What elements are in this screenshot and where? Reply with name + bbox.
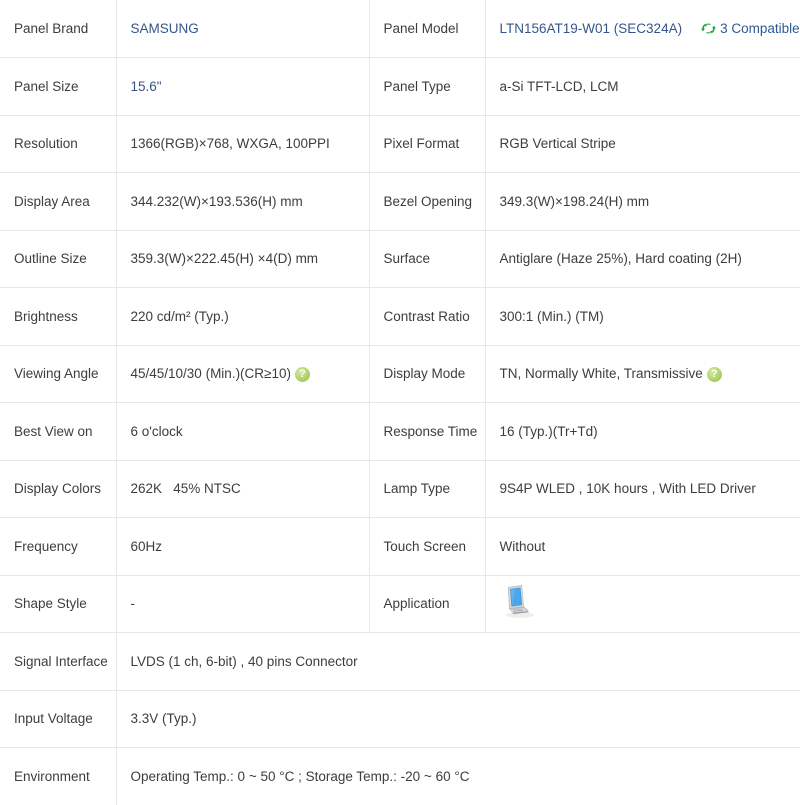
row-value-display-area: 344.232(W)×193.536(H) mm xyxy=(116,173,369,231)
panel-model-link[interactable]: LTN156AT19-W01 (SEC324A) xyxy=(500,20,683,37)
row-label-outline-size: Outline Size xyxy=(0,230,116,288)
row-value-application xyxy=(485,575,800,633)
row-value-environment: Operating Temp.: 0 ~ 50 °C ; Storage Tem… xyxy=(116,748,800,805)
row-value-display-colors: 262K 45% NTSC xyxy=(116,460,369,518)
row-label-panel-size: Panel Size xyxy=(0,58,116,116)
row-value-viewing-angle: 45/45/10/30 (Min.)(CR≥10)? xyxy=(116,345,369,403)
row-value-touch-screen: Without xyxy=(485,518,800,576)
table-row: Panel Size 15.6" Panel Type a-Si TFT-LCD… xyxy=(0,58,800,116)
row-value-panel-brand: SAMSUNG xyxy=(116,0,369,58)
row-value-frequency: 60Hz xyxy=(116,518,369,576)
help-icon[interactable]: ? xyxy=(707,367,722,382)
row-label-panel-type: Panel Type xyxy=(369,58,485,116)
row-label-pixel-format: Pixel Format xyxy=(369,115,485,173)
row-value-signal-interface: LVDS (1 ch, 6-bit) , 40 pins Connector xyxy=(116,633,800,691)
row-label-input-voltage: Input Voltage xyxy=(0,690,116,748)
panel-specification-table: Panel Brand SAMSUNG Panel Model LTN156AT… xyxy=(0,0,800,805)
row-label-environment: Environment xyxy=(0,748,116,805)
compatible-models-link[interactable]: 3 Compatible xyxy=(701,20,800,37)
spec-table-body: Panel Brand SAMSUNG Panel Model LTN156AT… xyxy=(0,0,800,805)
row-label-shape-style: Shape Style xyxy=(0,575,116,633)
row-value-contrast-ratio: 300:1 (Min.) (TM) xyxy=(485,288,800,346)
table-row: Panel Brand SAMSUNG Panel Model LTN156AT… xyxy=(0,0,800,58)
row-value-shape-style: - xyxy=(116,575,369,633)
table-row: Resolution 1366(RGB)×768, WXGA, 100PPI P… xyxy=(0,115,800,173)
row-label-display-colors: Display Colors xyxy=(0,460,116,518)
row-label-lamp-type: Lamp Type xyxy=(369,460,485,518)
display-mode-text: TN, Normally White, Transmissive xyxy=(500,365,703,382)
row-value-resolution: 1366(RGB)×768, WXGA, 100PPI xyxy=(116,115,369,173)
row-label-application: Application xyxy=(369,575,485,633)
row-label-signal-interface: Signal Interface xyxy=(0,633,116,691)
row-label-display-area: Display Area xyxy=(0,173,116,231)
table-row: Outline Size 359.3(W)×222.45(H) ×4(D) mm… xyxy=(0,230,800,288)
table-row: Display Colors 262K 45% NTSC Lamp Type 9… xyxy=(0,460,800,518)
table-row: Shape Style - Application xyxy=(0,575,800,633)
table-row: Viewing Angle 45/45/10/30 (Min.)(CR≥10)?… xyxy=(0,345,800,403)
row-value-surface: Antiglare (Haze 25%), Hard coating (2H) xyxy=(485,230,800,288)
table-row: Brightness 220 cd/m² (Typ.) Contrast Rat… xyxy=(0,288,800,346)
table-row: Environment Operating Temp.: 0 ~ 50 °C ;… xyxy=(0,748,800,805)
table-row: Frequency 60Hz Touch Screen Without xyxy=(0,518,800,576)
row-label-touch-screen: Touch Screen xyxy=(369,518,485,576)
row-label-resolution: Resolution xyxy=(0,115,116,173)
row-value-bezel-opening: 349.3(W)×198.24(H) mm xyxy=(485,173,800,231)
help-icon[interactable]: ? xyxy=(295,367,310,382)
row-value-lamp-type: 9S4P WLED , 10K hours , With LED Driver xyxy=(485,460,800,518)
row-label-panel-brand: Panel Brand xyxy=(0,0,116,58)
row-label-surface: Surface xyxy=(369,230,485,288)
row-label-response-time: Response Time xyxy=(369,403,485,461)
panel-size-link[interactable]: 15.6" xyxy=(131,79,162,94)
compatible-count-label: 3 Compatible xyxy=(720,20,800,37)
table-row: Display Area 344.232(W)×193.536(H) mm Be… xyxy=(0,173,800,231)
row-value-panel-type: a-Si TFT-LCD, LCM xyxy=(485,58,800,116)
laptop-icon xyxy=(500,584,538,620)
table-row: Best View on 6 o'clock Response Time 16 … xyxy=(0,403,800,461)
row-label-display-mode: Display Mode xyxy=(369,345,485,403)
row-value-display-mode: TN, Normally White, Transmissive? xyxy=(485,345,800,403)
row-value-panel-size: 15.6" xyxy=(116,58,369,116)
row-value-input-voltage: 3.3V (Typ.) xyxy=(116,690,800,748)
row-value-panel-model: LTN156AT19-W01 (SEC324A) 3 Compatible xyxy=(485,0,800,58)
row-label-bezel-opening: Bezel Opening xyxy=(369,173,485,231)
row-value-response-time: 16 (Typ.)(Tr+Td) xyxy=(485,403,800,461)
viewing-angle-text: 45/45/10/30 (Min.)(CR≥10) xyxy=(131,365,291,382)
panel-brand-link[interactable]: SAMSUNG xyxy=(131,21,199,36)
row-label-viewing-angle: Viewing Angle xyxy=(0,345,116,403)
row-label-frequency: Frequency xyxy=(0,518,116,576)
row-label-best-view-on: Best View on xyxy=(0,403,116,461)
row-value-best-view-on: 6 o'clock xyxy=(116,403,369,461)
row-label-panel-model: Panel Model xyxy=(369,0,485,58)
table-row: Input Voltage 3.3V (Typ.) xyxy=(0,690,800,748)
table-row: Signal Interface LVDS (1 ch, 6-bit) , 40… xyxy=(0,633,800,691)
row-value-brightness: 220 cd/m² (Typ.) xyxy=(116,288,369,346)
row-label-contrast-ratio: Contrast Ratio xyxy=(369,288,485,346)
row-value-outline-size: 359.3(W)×222.45(H) ×4(D) mm xyxy=(116,230,369,288)
recycle-icon xyxy=(701,21,716,36)
row-label-brightness: Brightness xyxy=(0,288,116,346)
row-value-pixel-format: RGB Vertical Stripe xyxy=(485,115,800,173)
